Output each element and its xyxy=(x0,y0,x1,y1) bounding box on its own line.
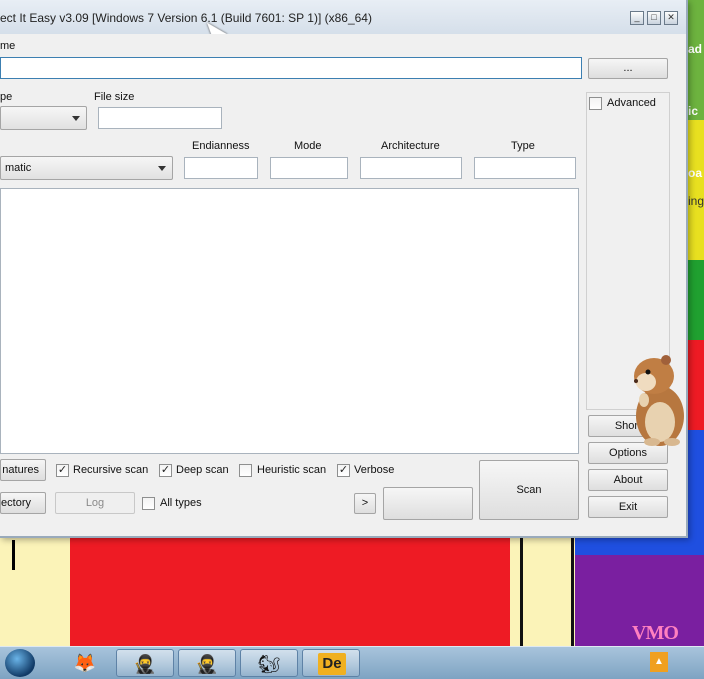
firefox-icon: 🦊 xyxy=(73,653,97,673)
detect-it-easy-app-icon: De xyxy=(318,653,346,675)
desktop-stripe-text: ad xyxy=(688,42,703,56)
next-button[interactable]: > xyxy=(354,493,376,514)
taskbar-item-app-ninja-1[interactable]: 🥷 xyxy=(116,649,174,677)
results-list[interactable] xyxy=(0,188,579,454)
type-label: pe xyxy=(0,91,13,103)
deep-scan-label: Deep scan xyxy=(176,464,229,476)
desktop-stripe-blue xyxy=(688,430,704,536)
file-name-label: me xyxy=(0,40,16,52)
taskbar-item-app-ninja-2[interactable]: 🥷 xyxy=(178,649,236,677)
start-button[interactable] xyxy=(5,649,35,677)
recursive-scan-label: Recursive scan xyxy=(73,464,149,476)
all-types-checkbox[interactable] xyxy=(142,497,155,510)
hamster-mascot-icon xyxy=(634,355,684,446)
scan-method-value: matic xyxy=(5,162,32,174)
architecture-field[interactable] xyxy=(360,157,462,179)
desktop-drawing-shape xyxy=(520,536,574,646)
exit-button[interactable]: Exit xyxy=(588,496,668,518)
type-dropdown[interactable] xyxy=(0,106,87,130)
scan-button[interactable]: Scan xyxy=(479,460,579,520)
desktop-stripe-yellow xyxy=(688,120,704,260)
desktop-stripe-green xyxy=(688,0,704,120)
deep-scan-checkbox[interactable]: ✓ xyxy=(159,464,172,477)
maximize-button[interactable]: □ xyxy=(647,11,661,25)
recursive-scan-checkbox[interactable]: ✓ xyxy=(56,464,69,477)
tray-expand-icon[interactable]: ▲ xyxy=(650,652,668,672)
advanced-label: Advanced xyxy=(607,97,656,109)
heuristic-scan-checkbox[interactable] xyxy=(239,464,252,477)
advanced-checkbox[interactable] xyxy=(589,97,602,110)
ninja-app-icon: 🥷 xyxy=(195,654,219,674)
mode-field[interactable] xyxy=(270,157,348,179)
taskbar-item-app-de[interactable]: De xyxy=(302,649,360,677)
endianness-label: Endianness xyxy=(192,140,250,152)
desktop-stripe-green2 xyxy=(688,260,704,340)
desktop-background-blue xyxy=(575,536,704,556)
file-size-label: File size xyxy=(94,91,135,103)
title-bar[interactable]: ect It Easy v3.09 [Windows 7 Version 6.1… xyxy=(0,0,686,34)
desktop-corner-text: VMO xyxy=(632,622,679,644)
browse-button[interactable]: ... xyxy=(588,58,668,79)
type-column-label: Type xyxy=(511,140,535,152)
endianness-field[interactable] xyxy=(184,157,258,179)
progress-box xyxy=(383,487,473,520)
signatures-button[interactable]: natures xyxy=(0,459,46,481)
desktop-drawing-line xyxy=(0,540,15,570)
heuristic-scan-label: Heuristic scan xyxy=(257,464,327,476)
type-field[interactable] xyxy=(474,157,576,179)
squirrel-app-icon: 🐿 xyxy=(257,654,281,674)
desktop-stripe-text: ic xyxy=(688,104,699,118)
chevron-down-icon xyxy=(72,116,80,121)
window-title: ect It Easy v3.09 [Windows 7 Version 6.1… xyxy=(0,11,372,25)
architecture-label: Architecture xyxy=(381,140,440,152)
main-panel: me ... pe File size Advanced Endianness … xyxy=(0,34,686,536)
detect-it-easy-window: ect It Easy v3.09 [Windows 7 Version 6.1… xyxy=(0,0,688,538)
taskbar-item-app-squirrel[interactable]: 🐿 xyxy=(240,649,298,677)
scan-method-dropdown[interactable]: matic xyxy=(0,156,173,180)
ninja-app-icon: 🥷 xyxy=(133,654,157,674)
mode-label: Mode xyxy=(294,140,322,152)
about-button[interactable]: About xyxy=(588,469,668,491)
taskbar: 🦊 🥷 🥷 🐿 De xyxy=(0,646,704,679)
verbose-checkbox[interactable]: ✓ xyxy=(337,464,350,477)
desktop-stripe-text: ing xyxy=(688,194,704,208)
chevron-down-icon xyxy=(158,166,166,171)
directory-button[interactable]: ectory xyxy=(0,492,46,514)
all-types-label: All types xyxy=(160,497,202,509)
minimize-button[interactable]: _ xyxy=(630,11,644,25)
taskbar-item-firefox[interactable]: 🦊 xyxy=(56,649,114,677)
close-button[interactable]: ✕ xyxy=(664,11,678,25)
desktop-background-red xyxy=(70,536,510,646)
verbose-label: Verbose xyxy=(354,464,395,476)
file-size-field[interactable] xyxy=(98,107,222,129)
desktop-stripe-red xyxy=(688,340,704,430)
log-button[interactable]: Log xyxy=(55,492,135,514)
file-path-input[interactable] xyxy=(0,57,582,79)
desktop-stripe-text: oa xyxy=(688,166,703,180)
